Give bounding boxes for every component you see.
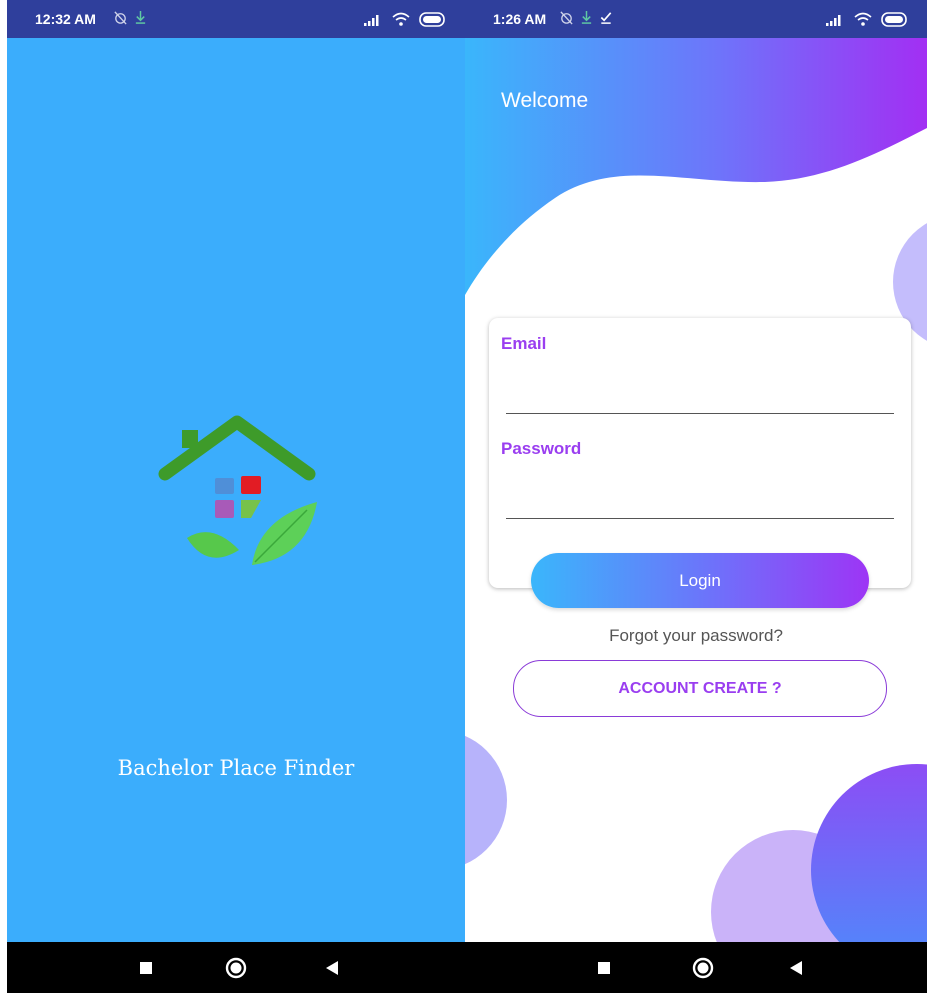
home-button[interactable] — [223, 955, 249, 981]
password-underline — [506, 518, 894, 519]
download-icon — [581, 11, 592, 24]
forgot-password-link[interactable]: Forgot your password? — [465, 626, 927, 646]
navigation-bar — [7, 942, 465, 993]
home-button[interactable] — [690, 955, 716, 981]
back-icon — [790, 961, 802, 975]
account-create-button[interactable]: ACCOUNT CREATE ? — [513, 660, 887, 717]
app-title: Bachelor Place Finder — [117, 756, 355, 780]
wifi-icon — [392, 12, 410, 26]
email-label: Email — [501, 334, 547, 353]
alarm-off-icon — [114, 11, 127, 25]
password-label: Password — [501, 439, 582, 458]
login-button[interactable]: Login — [531, 553, 869, 608]
recents-icon — [598, 962, 610, 974]
back-button[interactable] — [319, 955, 345, 981]
recents-button[interactable] — [133, 955, 159, 981]
house-leaf-logo — [158, 415, 317, 565]
email-field[interactable] — [506, 364, 894, 408]
login-card: Email Password — [489, 318, 911, 588]
status-bar: 12:32 AM — [7, 0, 465, 38]
alarm-off-icon — [560, 11, 573, 25]
signal-icon — [826, 14, 841, 26]
back-icon — [326, 961, 338, 975]
status-time: 12:32 AM — [35, 11, 96, 27]
welcome-heading: Welcome — [501, 89, 589, 112]
battery-icon — [881, 12, 907, 27]
home-icon — [692, 957, 714, 979]
status-bar: 1:26 AM — [465, 0, 927, 38]
battery-icon — [419, 12, 445, 27]
email-underline — [506, 413, 894, 414]
back-button[interactable] — [783, 955, 809, 981]
recents-button[interactable] — [591, 955, 617, 981]
navigation-bar — [465, 942, 927, 993]
recents-icon — [140, 962, 152, 974]
download-icon — [135, 11, 146, 24]
check-icon — [600, 12, 612, 24]
home-icon — [225, 957, 247, 979]
wifi-icon — [854, 12, 872, 26]
login-screen: 1:26 AM Welcome Email Password Login For… — [465, 0, 927, 993]
signal-icon — [364, 14, 379, 26]
password-field[interactable] — [506, 469, 894, 513]
splash-screen: 12:32 AM Bachelor Place Finder — [7, 0, 465, 993]
status-time: 1:26 AM — [493, 11, 547, 27]
